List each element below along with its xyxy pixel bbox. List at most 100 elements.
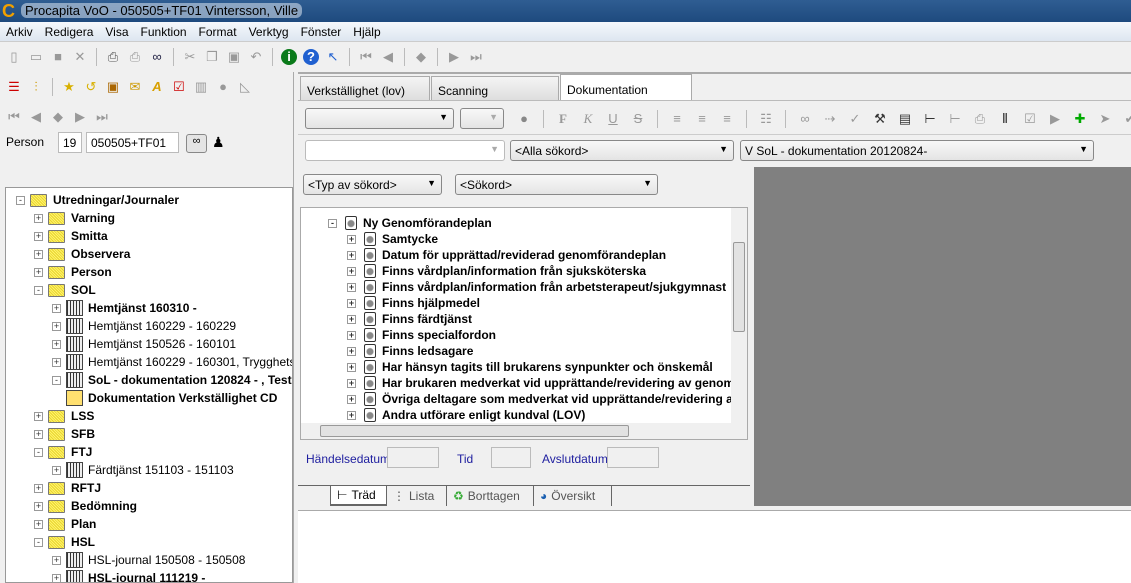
vertical-scrollbar[interactable] — [731, 208, 747, 425]
tab-verkstallighet[interactable]: Verkställighet (lov) — [300, 76, 430, 101]
tree-icon[interactable]: ⊢ — [922, 111, 938, 127]
tree-item[interactable]: + Hemtjänst 150526 - 160101 — [52, 335, 236, 353]
tree-item[interactable]: + LSS — [34, 407, 94, 425]
save-icon[interactable]: ■ — [50, 49, 66, 65]
menu-arkiv[interactable]: Arkiv — [0, 22, 39, 39]
chart-icon[interactable]: ◺ — [237, 79, 253, 95]
list-flag-icon[interactable]: ☰ — [6, 79, 22, 95]
collapse-icon[interactable]: - — [328, 218, 337, 228]
presentation-icon[interactable]: ▣ — [105, 79, 121, 95]
tab-borttagen[interactable]: ♻ Borttagen — [447, 486, 534, 506]
context-help-icon[interactable]: ↖ — [325, 49, 341, 65]
handelsedatum-field[interactable] — [387, 447, 439, 468]
document-tree-item[interactable]: - Ny Genomförandeplan — [328, 215, 492, 231]
last-icon[interactable]: ⏭ — [94, 109, 110, 125]
stop-icon[interactable]: ● — [215, 79, 231, 95]
document-tree-item[interactable]: + Finns vårdplan/information från sjukskö… — [347, 263, 646, 279]
open-icon[interactable]: ▭ — [28, 49, 44, 65]
menu-redigera[interactable]: Redigera — [39, 22, 100, 39]
expand-icon[interactable]: + — [34, 483, 43, 493]
print-preview-icon[interactable]: ⎙ — [127, 49, 143, 65]
tree-item[interactable]: - FTJ — [34, 443, 92, 461]
expand-icon[interactable]: + — [34, 501, 43, 511]
help-icon[interactable]: ? — [303, 49, 319, 65]
star-icon[interactable]: ★ — [61, 79, 77, 95]
delete-icon[interactable]: ✕ — [72, 49, 88, 65]
collapse-icon[interactable]: - — [34, 285, 43, 295]
size-combo[interactable]: ▼ — [460, 108, 504, 129]
sokord-combo[interactable]: <Sökord> ▼ — [455, 174, 658, 195]
replace-icon[interactable]: ⇢ — [822, 111, 838, 127]
play-icon[interactable]: ▶ — [1047, 111, 1063, 127]
tab-scanning[interactable]: Scanning — [431, 76, 559, 101]
expand-icon[interactable]: + — [34, 267, 43, 277]
alla-sokord-combo[interactable]: <Alla sökord> ▼ — [510, 140, 734, 161]
tree-item[interactable]: + Hemtjänst 160229 - 160229 — [52, 317, 236, 335]
tree-item[interactable]: + Observera — [34, 245, 130, 263]
underline-button[interactable]: U — [605, 111, 621, 127]
collapse-icon[interactable]: - — [16, 195, 25, 205]
expand-icon[interactable]: + — [347, 330, 356, 340]
tree-item[interactable]: + Hemtjänst 160229 - 160301, Trygghetslar… — [52, 353, 292, 371]
pin-icon[interactable]: ➤ — [1097, 111, 1113, 127]
binoculars-icon[interactable]: ∞ — [149, 49, 165, 65]
menu-funktion[interactable]: Funktion — [135, 22, 193, 39]
collapse-icon[interactable]: - — [52, 375, 61, 385]
align-center-icon[interactable]: ≡ — [694, 111, 710, 127]
tab-oversikt[interactable]: ◕ Översikt — [534, 486, 612, 506]
first-icon[interactable]: ⏮ — [358, 49, 374, 65]
expand-icon[interactable]: + — [347, 266, 356, 276]
hscroll-thumb[interactable] — [320, 425, 629, 437]
expand-icon[interactable]: + — [34, 213, 43, 223]
tree-item[interactable]: + Varning — [34, 209, 115, 227]
next-icon[interactable]: ▶ — [72, 109, 88, 125]
find-icon[interactable]: ∞ — [797, 111, 813, 127]
document-tree-item[interactable]: + Finns vårdplan/information från arbetst… — [347, 279, 726, 295]
expand-icon[interactable]: + — [347, 410, 356, 420]
expand-icon[interactable]: + — [52, 303, 61, 313]
document-tree-item[interactable]: + Finns hjälpmedel — [347, 295, 480, 311]
document-tree-item[interactable]: + Finns specialfordon — [347, 327, 496, 343]
document-tree-item[interactable]: + Datum för upprättad/reviderad genomföra… — [347, 247, 666, 263]
expand-icon[interactable]: + — [52, 339, 61, 349]
menu-verktyg[interactable]: Verktyg — [243, 22, 295, 39]
first-icon[interactable]: ⏮ — [6, 109, 22, 125]
collapse-icon[interactable]: - — [34, 447, 43, 457]
tree-item[interactable]: + HSL-journal 111219 - — [52, 569, 205, 582]
current-icon[interactable]: ◆ — [50, 109, 66, 125]
expand-icon[interactable]: + — [347, 234, 356, 244]
book-icon[interactable]: ▥ — [193, 79, 209, 95]
expand-icon[interactable]: + — [34, 249, 43, 259]
tree-item[interactable]: - HSL — [34, 533, 95, 551]
spellcheck-icon[interactable]: ✓ — [847, 111, 863, 127]
document-tree-item[interactable]: + Samtycke — [347, 231, 438, 247]
traffic-light-icon[interactable]: ⦀ — [997, 111, 1013, 127]
tid-field[interactable] — [491, 447, 531, 468]
expand-icon[interactable]: + — [347, 378, 356, 388]
mail-icon[interactable]: ✉ — [127, 79, 143, 95]
font-combo[interactable]: ▼ — [305, 108, 454, 129]
expand-icon[interactable]: + — [52, 573, 61, 582]
tree-item[interactable]: + Färdtjänst 151103 - 151103 — [52, 461, 234, 479]
document-combo[interactable]: V SoL - dokumentation 20120824- ▼ — [740, 140, 1094, 161]
tree-item[interactable]: + Hemtjänst 160310 - — [52, 299, 197, 317]
expand-icon[interactable]: + — [347, 282, 356, 292]
tab-lista[interactable]: ⋮ Lista — [387, 486, 447, 506]
add-node-icon[interactable]: ⊢ — [947, 111, 963, 127]
expand-icon[interactable]: + — [347, 394, 356, 404]
document-tree-item[interactable]: + Övriga deltagare som medverkat vid uppr… — [347, 391, 739, 407]
document-tree-item[interactable]: + Andra utförare enligt kundval (LOV) — [347, 407, 585, 423]
edit-icon[interactable]: ⚒ — [872, 111, 888, 127]
tree-item[interactable]: + RFTJ — [34, 479, 101, 497]
tree-item[interactable]: - SoL - dokumentation 120824 - , Test — [52, 371, 292, 389]
expand-icon[interactable]: + — [347, 362, 356, 372]
signature-icon[interactable]: A — [149, 79, 165, 95]
paste-icon[interactable]: ▣ — [226, 49, 242, 65]
undo-icon[interactable]: ↶ — [248, 49, 264, 65]
next-icon[interactable]: ▶ — [446, 49, 462, 65]
strike-button[interactable]: S — [630, 111, 646, 127]
expand-icon[interactable]: + — [34, 519, 43, 529]
expand-icon[interactable]: + — [52, 357, 61, 367]
tree-item[interactable]: + SFB — [34, 425, 95, 443]
blank-combo[interactable]: ▼ — [305, 140, 505, 161]
